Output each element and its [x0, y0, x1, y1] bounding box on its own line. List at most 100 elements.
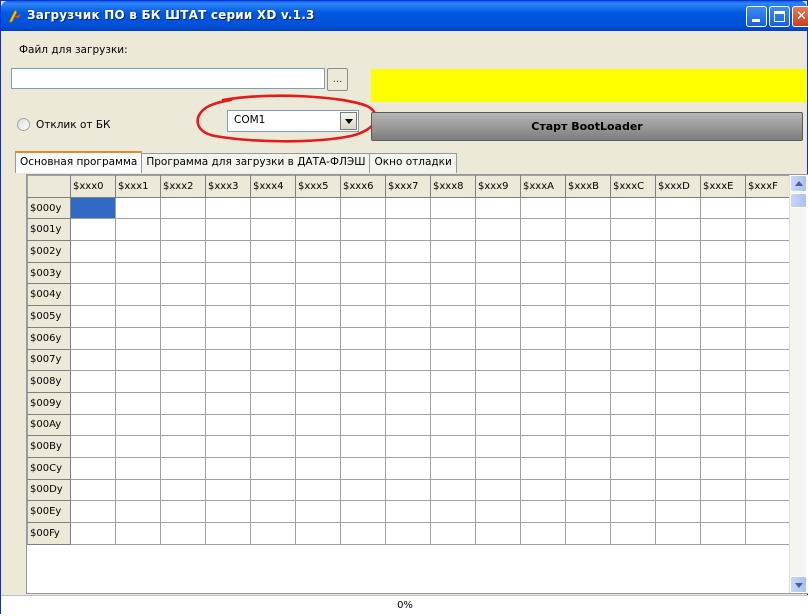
grid-cell[interactable] [610, 261, 656, 285]
grid-cell[interactable] [430, 283, 476, 307]
grid-cell[interactable] [160, 218, 206, 242]
grid-cell[interactable] [115, 240, 161, 263]
grid-cell[interactable] [655, 370, 701, 393]
grid-cell[interactable] [700, 196, 746, 220]
grid-cell[interactable] [115, 348, 161, 372]
grid-cell[interactable] [250, 218, 296, 242]
grid-cell[interactable] [610, 240, 656, 263]
grid-cell[interactable] [70, 522, 116, 545]
grid-cell[interactable] [655, 283, 701, 307]
grid-cell[interactable] [520, 326, 566, 350]
grid-cell[interactable] [385, 391, 431, 415]
grid-cell[interactable] [385, 522, 431, 545]
grid-cell[interactable] [340, 326, 386, 350]
grid-cell[interactable] [160, 283, 206, 307]
browse-button[interactable]: ... [327, 68, 348, 91]
grid-cell[interactable] [745, 370, 791, 393]
grid-cell[interactable] [745, 305, 791, 328]
grid-cell[interactable] [520, 261, 566, 285]
grid-cell[interactable] [160, 240, 206, 263]
grid-cell[interactable] [520, 456, 566, 480]
grid-cell[interactable] [160, 261, 206, 285]
grid-cell[interactable] [700, 413, 746, 437]
grid-cell[interactable] [655, 478, 701, 502]
grid-cell[interactable] [430, 370, 476, 393]
grid-cell[interactable] [520, 478, 566, 502]
grid-cell[interactable] [295, 522, 341, 545]
grid-cell[interactable] [565, 283, 611, 307]
minimize-button[interactable] [746, 6, 767, 27]
grid-cell[interactable] [385, 500, 431, 523]
grid-cell[interactable] [70, 478, 116, 502]
grid-cell[interactable] [160, 196, 206, 220]
grid-cell[interactable] [520, 413, 566, 437]
grid-cell[interactable] [385, 283, 431, 307]
grid-cell[interactable] [565, 500, 611, 523]
grid-cell[interactable] [385, 261, 431, 285]
grid-cell[interactable] [700, 456, 746, 480]
grid-cell[interactable] [520, 370, 566, 393]
grid-cell[interactable] [70, 500, 116, 523]
grid-cell[interactable] [160, 522, 206, 545]
grid-cell[interactable] [70, 391, 116, 415]
grid-cell[interactable] [295, 370, 341, 393]
grid-cell[interactable] [745, 500, 791, 523]
grid-cell[interactable] [250, 391, 296, 415]
grid-cell[interactable] [160, 478, 206, 502]
grid-cell[interactable] [565, 261, 611, 285]
grid-cell[interactable] [745, 435, 791, 458]
grid-cell[interactable] [475, 326, 521, 350]
grid-cell[interactable] [655, 413, 701, 437]
grid-cell[interactable] [340, 391, 386, 415]
grid-cell[interactable] [520, 391, 566, 415]
grid-cell[interactable] [295, 218, 341, 242]
grid-cell[interactable] [520, 196, 566, 220]
grid-cell[interactable] [295, 413, 341, 437]
grid-cell[interactable] [115, 456, 161, 480]
grid-cell[interactable] [205, 391, 251, 415]
grid-cell[interactable] [430, 348, 476, 372]
grid-cell[interactable] [655, 522, 701, 545]
grid-cell[interactable] [250, 478, 296, 502]
grid-cell[interactable] [160, 500, 206, 523]
grid-cell[interactable] [205, 500, 251, 523]
grid-cell[interactable] [115, 522, 161, 545]
grid-cell[interactable] [205, 240, 251, 263]
grid-cell[interactable] [70, 326, 116, 350]
grid-cell[interactable] [565, 348, 611, 372]
grid-cell[interactable] [610, 391, 656, 415]
grid-cell[interactable] [745, 413, 791, 437]
grid-cell[interactable] [205, 370, 251, 393]
grid-cell[interactable] [745, 456, 791, 480]
grid-cell[interactable] [565, 196, 611, 220]
grid-cell[interactable] [160, 305, 206, 328]
grid-cell[interactable] [745, 240, 791, 263]
grid-cell[interactable] [385, 478, 431, 502]
grid-cell[interactable] [520, 348, 566, 372]
grid-cell[interactable] [205, 456, 251, 480]
grid-cell[interactable] [340, 196, 386, 220]
grid-cell[interactable] [70, 413, 116, 437]
grid-cell[interactable] [295, 196, 341, 220]
grid-cell[interactable] [610, 326, 656, 350]
grid-cell[interactable] [250, 326, 296, 350]
file-path-input[interactable] [11, 68, 325, 89]
grid-cell[interactable] [610, 370, 656, 393]
grid-cell[interactable] [295, 305, 341, 328]
grid-cell[interactable] [295, 435, 341, 458]
grid-cell[interactable] [745, 283, 791, 307]
grid-cell[interactable] [610, 413, 656, 437]
grid-cell[interactable] [70, 261, 116, 285]
radio-circle[interactable] [17, 118, 30, 131]
grid-cell[interactable] [565, 391, 611, 415]
grid-cell[interactable] [475, 500, 521, 523]
grid-cell[interactable] [295, 240, 341, 263]
grid-cell[interactable] [565, 413, 611, 437]
grid-cell[interactable] [610, 348, 656, 372]
grid-cell[interactable] [385, 326, 431, 350]
title-bar[interactable]: Загрузчик ПО в БК ШТАТ серии XD v.1.3 ✕ [1, 1, 808, 31]
grid-cell[interactable] [340, 500, 386, 523]
grid-cell[interactable] [295, 500, 341, 523]
grid-cell[interactable] [340, 261, 386, 285]
vertical-scrollbar[interactable] [789, 175, 807, 593]
